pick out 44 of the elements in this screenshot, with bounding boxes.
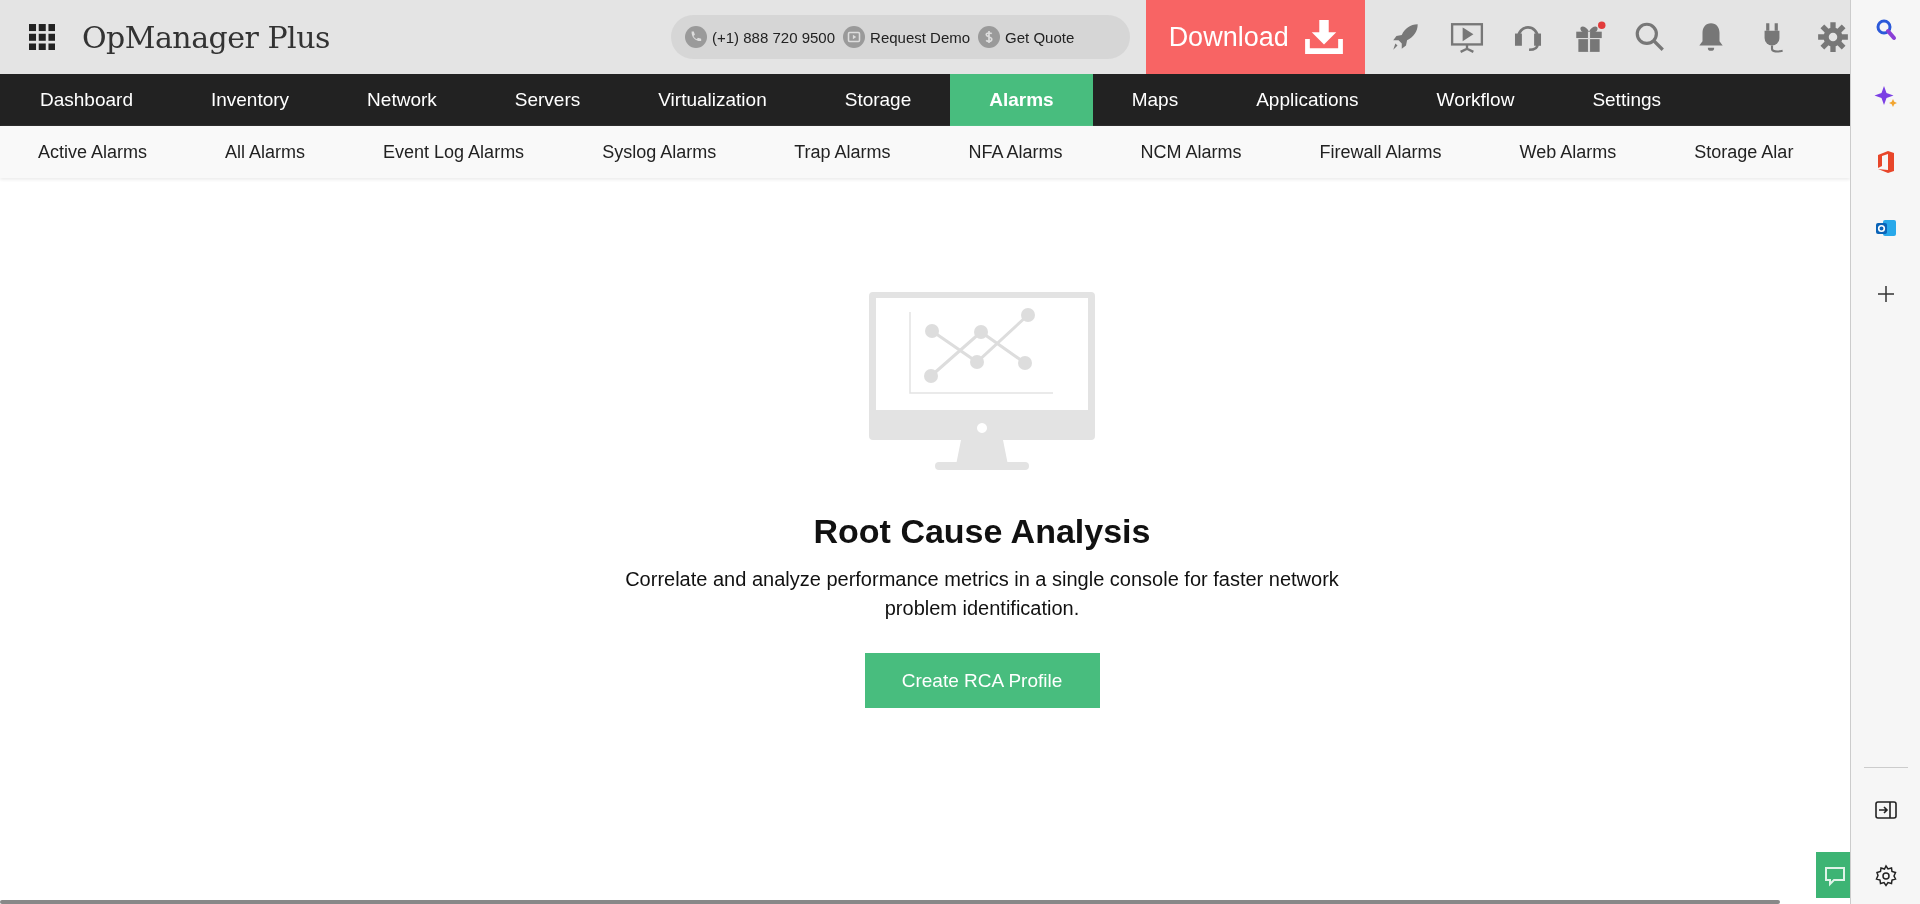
- empty-state-description: Correlate and analyze performance metrics in a single console for faster network problem identification.: [624, 567, 1340, 621]
- sub-nav-tab[interactable]: Storage Alar: [1694, 141, 1794, 163]
- nav-tab[interactable]: Applications: [1217, 74, 1398, 126]
- panel-icon[interactable]: [1873, 798, 1898, 822]
- contact-link[interactable]: Request Demo: [843, 26, 971, 48]
- sparkle-icon[interactable]: [1873, 84, 1898, 108]
- sub-nav-tab[interactable]: Firewall Alarms: [1319, 141, 1442, 163]
- nav-tab[interactable]: Workflow: [1397, 74, 1554, 126]
- nav-tab[interactable]: Virtualization: [619, 74, 806, 126]
- presentation-icon[interactable]: [1450, 20, 1484, 54]
- sub-nav-tab[interactable]: Event Log Alarms: [383, 141, 525, 163]
- app-title: OpManager Plus: [81, 19, 331, 55]
- nav-tab[interactable]: Network: [328, 74, 476, 126]
- sub-nav-tab[interactable]: Trap Alarms: [794, 141, 891, 163]
- chart-point: [970, 355, 984, 369]
- contact-link[interactable]: Get Quote: [978, 26, 1075, 48]
- chart-point: [1021, 308, 1035, 322]
- settings-icon[interactable]: [1873, 864, 1898, 888]
- contact-link[interactable]: (+1) 888 720 9500: [685, 26, 836, 48]
- nav-tab[interactable]: Dashboard: [1, 74, 172, 126]
- empty-state-title: Root Cause Analysis: [813, 512, 1151, 551]
- nav-tab[interactable]: Settings: [1553, 74, 1701, 126]
- search-icon[interactable]: [1633, 20, 1667, 54]
- nav-tab[interactable]: Storage: [805, 74, 951, 126]
- download-icon: [1304, 20, 1343, 54]
- chat-button[interactable]: [1816, 852, 1850, 898]
- nav-tab[interactable]: Inventory: [171, 74, 329, 126]
- chart-point: [924, 369, 938, 383]
- sub-nav-tab[interactable]: NCM Alarms: [1140, 141, 1242, 163]
- nav-tab[interactable]: Servers: [475, 74, 620, 126]
- chart-point: [1018, 356, 1032, 370]
- sub-nav-tab[interactable]: Syslog Alarms: [602, 141, 717, 163]
- dollar-icon: [978, 26, 1001, 48]
- sub-nav-tab[interactable]: Active Alarms: [38, 141, 148, 163]
- chart-point: [974, 325, 988, 339]
- sub-nav-tab[interactable]: Web Alarms: [1519, 141, 1617, 163]
- app-grid-icon[interactable]: [29, 24, 55, 50]
- sub-nav-tab[interactable]: All Alarms: [225, 141, 306, 163]
- sub-nav-tab[interactable]: NFA Alarms: [968, 141, 1063, 163]
- nav-tab[interactable]: Maps: [1092, 74, 1218, 126]
- phone-icon: [685, 26, 707, 48]
- scrollbar-thumb[interactable]: [0, 900, 1780, 904]
- chart-point: [925, 324, 939, 338]
- video-icon: [843, 26, 866, 48]
